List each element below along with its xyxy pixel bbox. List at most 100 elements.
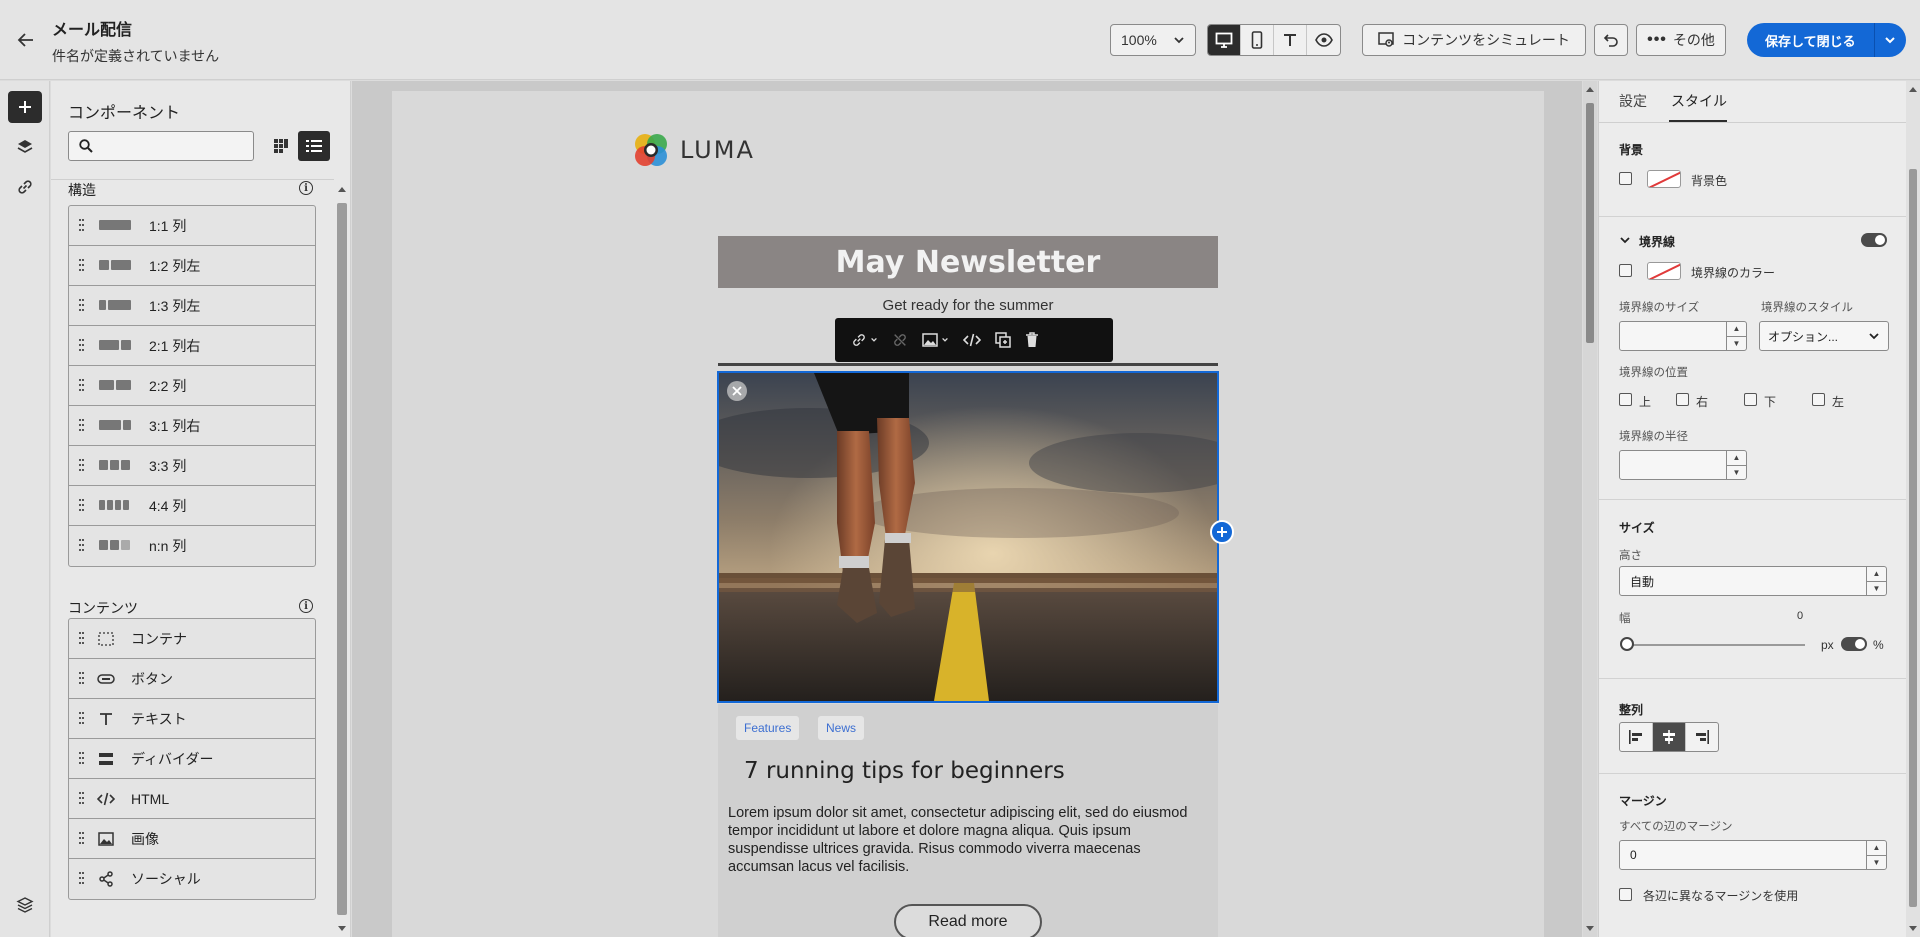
- scroll-down-icon[interactable]: [1909, 926, 1917, 931]
- duplicate-button[interactable]: [989, 325, 1017, 355]
- tag-news[interactable]: News: [818, 716, 865, 740]
- newsletter-banner[interactable]: May Newsletter: [718, 236, 1218, 288]
- border-radius-input[interactable]: ▲ ▼: [1619, 450, 1747, 480]
- background-color-checkbox[interactable]: [1619, 172, 1632, 185]
- mobile-view-button[interactable]: [1241, 25, 1274, 55]
- structure-item[interactable]: 1:1 列: [69, 206, 315, 246]
- width-slider-knob[interactable]: [1620, 637, 1634, 651]
- info-icon[interactable]: i: [299, 181, 313, 195]
- structure-item[interactable]: 1:2 列左: [69, 246, 315, 286]
- article-body[interactable]: Lorem ipsum dolor sit amet, consectetur …: [728, 804, 1198, 876]
- content-item-html[interactable]: HTML: [69, 779, 315, 819]
- save-options-dropdown[interactable]: [1873, 23, 1906, 57]
- border-right-checkbox[interactable]: [1676, 393, 1689, 406]
- border-bottom-checkbox[interactable]: [1744, 393, 1757, 406]
- width-slider-track[interactable]: [1629, 644, 1805, 646]
- structure-item[interactable]: 4:4 列: [69, 486, 315, 526]
- border-radius-stepper[interactable]: ▲ ▼: [1726, 451, 1746, 479]
- stepper-down-icon[interactable]: ▼: [1727, 466, 1746, 480]
- tag-features[interactable]: Features: [736, 716, 800, 740]
- add-components-button[interactable]: [8, 91, 42, 123]
- unlink-button[interactable]: [886, 325, 914, 355]
- structure-item[interactable]: 2:2 列: [69, 366, 315, 406]
- height-stepper[interactable]: ▲ ▼: [1866, 567, 1886, 595]
- edit-html-button[interactable]: [957, 325, 987, 355]
- scroll-down-icon[interactable]: [1586, 926, 1594, 931]
- structure-item[interactable]: 2:1 列右: [69, 326, 315, 366]
- text-view-button[interactable]: [1274, 25, 1307, 55]
- different-margins-checkbox[interactable]: [1619, 888, 1632, 901]
- height-input[interactable]: 自動 ▲ ▼: [1619, 566, 1887, 596]
- back-button[interactable]: [12, 26, 40, 54]
- read-more-button[interactable]: Read more: [894, 904, 1042, 937]
- structure-item[interactable]: 3:3 列: [69, 446, 315, 486]
- stepper-up-icon[interactable]: ▲: [1867, 567, 1886, 582]
- content-item-text[interactable]: テキスト: [69, 699, 315, 739]
- unit-toggle[interactable]: [1841, 637, 1867, 651]
- zoom-select[interactable]: 100%: [1110, 24, 1196, 56]
- structure-item[interactable]: 1:3 列左: [69, 286, 315, 326]
- scroll-up-icon[interactable]: [1586, 87, 1594, 92]
- stepper-down-icon[interactable]: ▼: [1727, 337, 1746, 351]
- layer-manager-button[interactable]: [8, 889, 42, 921]
- remove-block-button[interactable]: [727, 381, 747, 401]
- scroll-down-icon[interactable]: [338, 926, 346, 931]
- simulate-content-button[interactable]: コンテンツをシミュレート: [1362, 24, 1586, 56]
- list-view-button[interactable]: [298, 131, 330, 161]
- align-center-button[interactable]: [1653, 723, 1686, 751]
- add-block-button[interactable]: [1210, 520, 1234, 544]
- search-input[interactable]: [99, 138, 249, 154]
- more-button[interactable]: ••• その他: [1636, 24, 1726, 56]
- change-image-button[interactable]: [916, 325, 955, 355]
- scroll-thumb[interactable]: [1586, 103, 1594, 343]
- stepper-up-icon[interactable]: ▲: [1867, 841, 1886, 856]
- layers-button[interactable]: [8, 131, 42, 163]
- border-top-checkbox[interactable]: [1619, 393, 1632, 406]
- margin-all-input[interactable]: 0 ▲ ▼: [1619, 840, 1887, 870]
- align-left-button[interactable]: [1620, 723, 1653, 751]
- desktop-view-button[interactable]: [1208, 25, 1241, 55]
- component-search[interactable]: [68, 131, 254, 161]
- content-item-container[interactable]: コンテナ: [69, 619, 315, 659]
- newsletter-subtitle[interactable]: Get ready for the summer: [718, 297, 1218, 314]
- scroll-thumb[interactable]: [1909, 169, 1917, 907]
- structure-item[interactable]: 3:1 列右: [69, 406, 315, 446]
- article-title[interactable]: 7 running tips for beginners: [744, 758, 1065, 784]
- content-item-image[interactable]: 画像: [69, 819, 315, 859]
- stepper-up-icon[interactable]: ▲: [1727, 451, 1746, 466]
- insert-link-button[interactable]: [845, 325, 884, 355]
- canvas-scrollbar[interactable]: [1583, 81, 1597, 937]
- border-left-checkbox[interactable]: [1812, 393, 1825, 406]
- border-toggle[interactable]: [1861, 233, 1887, 247]
- stepper-down-icon[interactable]: ▼: [1867, 582, 1886, 596]
- scroll-thumb[interactable]: [337, 203, 347, 915]
- hero-image-block[interactable]: [717, 371, 1219, 703]
- preview-button[interactable]: [1307, 25, 1340, 55]
- border-style-select[interactable]: オプション...: [1759, 321, 1889, 351]
- border-size-stepper[interactable]: ▲ ▼: [1726, 322, 1746, 350]
- tab-style[interactable]: スタイル: [1671, 91, 1727, 111]
- grid-view-button[interactable]: [270, 135, 292, 157]
- scroll-up-icon[interactable]: [1909, 87, 1917, 92]
- delete-button[interactable]: [1019, 325, 1045, 355]
- scroll-up-icon[interactable]: [338, 187, 346, 192]
- border-color-checkbox[interactable]: [1619, 264, 1632, 277]
- save-and-close-button[interactable]: 保存して閉じる: [1747, 23, 1874, 57]
- chevron-down-icon[interactable]: [1619, 234, 1631, 246]
- border-size-input[interactable]: ▲ ▼: [1619, 321, 1747, 351]
- divider-block[interactable]: [718, 363, 1218, 366]
- stepper-down-icon[interactable]: ▼: [1867, 856, 1886, 870]
- content-item-divider[interactable]: ディバイダー: [69, 739, 315, 779]
- stepper-up-icon[interactable]: ▲: [1727, 322, 1746, 337]
- content-item-social[interactable]: ソーシャル: [69, 859, 315, 899]
- links-button[interactable]: [8, 171, 42, 203]
- margin-stepper[interactable]: ▲ ▼: [1866, 841, 1886, 869]
- tab-settings[interactable]: 設定: [1619, 91, 1647, 111]
- border-color-swatch[interactable]: [1647, 262, 1681, 280]
- components-scrollbar[interactable]: [335, 179, 349, 937]
- undo-button[interactable]: [1594, 24, 1628, 56]
- content-item-button[interactable]: ボタン: [69, 659, 315, 699]
- structure-item[interactable]: n:n 列: [69, 526, 315, 566]
- align-right-button[interactable]: [1686, 723, 1718, 751]
- properties-scrollbar[interactable]: [1906, 81, 1920, 937]
